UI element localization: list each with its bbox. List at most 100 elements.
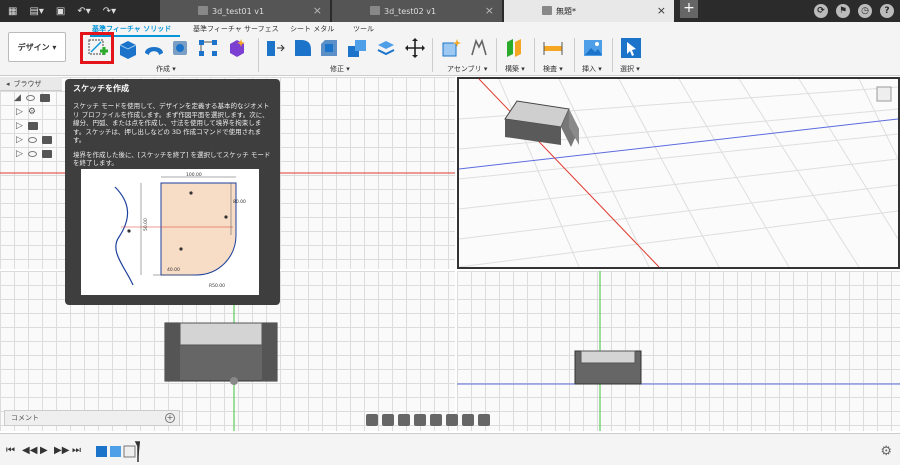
tree-row-bodies[interactable]: ▷ xyxy=(0,147,62,161)
document-tab-2[interactable]: 3d_test02 v1 × xyxy=(332,0,502,22)
redo-icon[interactable]: ↷▾ xyxy=(103,6,116,17)
tab-surface[interactable]: 基準フィーチャ サーフェス xyxy=(193,24,279,34)
tab-label: 3d_test02 v1 xyxy=(384,6,437,16)
timeline-settings-icon[interactable]: ⚙ xyxy=(880,444,892,459)
group-assemble[interactable]: アセンブリ ▾ xyxy=(447,64,487,74)
tree-root[interactable]: ◢ xyxy=(0,91,62,105)
combine-icon[interactable] xyxy=(346,37,368,59)
insert-canvas-icon[interactable] xyxy=(582,37,604,59)
group-select[interactable]: 選択 ▾ xyxy=(620,64,640,74)
offset-plane-icon[interactable] xyxy=(504,37,526,59)
zoom-icon[interactable] xyxy=(414,414,426,426)
visibility-icon[interactable] xyxy=(27,151,37,157)
tree-row-origin[interactable]: ▷ xyxy=(0,133,62,147)
notifications-icon[interactable]: ⚑ xyxy=(836,4,850,18)
visibility-icon[interactable] xyxy=(25,95,35,101)
create-sketch-icon[interactable] xyxy=(86,37,108,59)
tree-row-settings[interactable]: ▷ ⚙ xyxy=(0,105,62,119)
revolve-icon[interactable] xyxy=(143,37,165,59)
expand-icon[interactable]: ▷ xyxy=(16,107,23,117)
chamfer-icon[interactable] xyxy=(318,37,340,59)
gear-icon: ⚙ xyxy=(27,107,36,117)
go-to-start-icon[interactable]: ⏮ xyxy=(6,445,15,456)
new-component-icon[interactable] xyxy=(440,37,462,59)
pattern-icon[interactable] xyxy=(197,37,219,59)
save-icon[interactable]: ▣ xyxy=(56,6,65,17)
collapse-icon[interactable]: ◂ xyxy=(6,80,10,88)
step-forward-icon[interactable]: ▶▶ xyxy=(54,445,69,456)
close-tab-icon[interactable]: × xyxy=(485,4,494,17)
folder-icon xyxy=(41,136,52,144)
extrude-feature-icon xyxy=(96,446,107,457)
tab-label: 3d_test01 v1 xyxy=(212,6,265,16)
joint-icon[interactable] xyxy=(468,37,490,59)
expand-icon[interactable]: ▷ xyxy=(16,121,23,131)
display-settings-icon[interactable] xyxy=(446,414,458,426)
job-status-icon[interactable]: ◷ xyxy=(858,4,872,18)
expand-icon[interactable]: ◢ xyxy=(14,93,21,103)
comments-panel[interactable]: コメント + xyxy=(4,410,180,426)
visibility-icon[interactable] xyxy=(27,137,37,143)
help-icon[interactable]: ? xyxy=(880,4,894,18)
form-icon[interactable] xyxy=(226,37,248,59)
timeline: ⏮ ◀◀ ▶ ▶▶ ⏭ ⚙ xyxy=(0,433,900,465)
split-body-icon[interactable] xyxy=(375,37,397,59)
fillet-icon[interactable] xyxy=(292,37,314,59)
dimension-label: 40.00 xyxy=(167,267,180,273)
dimension-label: 100.00 xyxy=(186,172,202,178)
grid-menu-icon[interactable]: ▦ xyxy=(8,6,17,17)
new-tab-button[interactable]: + xyxy=(680,0,698,18)
sketch-example: 100.00 80.00 50.00 40.00 R50.00 xyxy=(114,172,246,289)
fillet-feature-icon xyxy=(110,446,121,457)
tooltip-note: 境界を作成した後に、[スケッチを終了] を選択してスケッチ モードを終了します。 xyxy=(73,150,271,168)
fit-icon[interactable] xyxy=(430,414,442,426)
viewport-side[interactable] xyxy=(457,271,900,431)
browser-header[interactable]: ◂ ブラウザ xyxy=(0,77,62,91)
orbit-icon[interactable] xyxy=(366,414,378,426)
play-icon[interactable]: ▶ xyxy=(40,445,48,456)
group-create[interactable]: 作成 ▾ xyxy=(156,64,176,74)
undo-icon[interactable]: ↶▾ xyxy=(77,6,90,17)
group-modify[interactable]: 修正 ▾ xyxy=(330,64,350,74)
group-construct[interactable]: 構築 ▾ xyxy=(505,64,525,74)
title-bar-right: ⟳ ⚑ ◷ ? xyxy=(814,0,900,22)
extensions-icon[interactable]: ⟳ xyxy=(814,4,828,18)
timeline-features[interactable] xyxy=(94,440,146,462)
folder-icon xyxy=(41,150,52,158)
side-view-scene xyxy=(457,271,900,431)
separator xyxy=(534,38,535,72)
browser-title: ブラウザ xyxy=(13,79,42,88)
close-tab-icon[interactable]: × xyxy=(657,4,666,17)
step-back-icon[interactable]: ◀◀ xyxy=(22,445,37,456)
expand-icon[interactable]: ▷ xyxy=(16,149,23,159)
pan-icon[interactable] xyxy=(398,414,410,426)
tab-tools[interactable]: ツール xyxy=(353,24,374,34)
document-icon xyxy=(39,94,50,102)
select-icon[interactable] xyxy=(620,37,642,59)
look-at-icon[interactable] xyxy=(382,414,394,426)
document-tab-1[interactable]: 3d_test01 v1 × xyxy=(160,0,330,22)
grid-settings-icon[interactable] xyxy=(462,414,474,426)
close-tab-icon[interactable]: × xyxy=(313,4,322,17)
expand-icon[interactable]: ▷ xyxy=(16,135,23,145)
toolbar: デザイン ▾ 基準フィーチャ ソリッド 基準フィーチャ サーフェス シート メタ… xyxy=(0,22,900,76)
extrude-icon[interactable] xyxy=(117,37,139,59)
sweep-icon[interactable] xyxy=(169,37,191,59)
separator xyxy=(432,38,433,72)
measure-icon[interactable] xyxy=(542,37,564,59)
tab-sheet-metal[interactable]: シート メタル xyxy=(290,24,334,34)
group-insert[interactable]: 挿入 ▾ xyxy=(582,64,602,74)
navigation-bar xyxy=(366,412,526,428)
group-inspect[interactable]: 検査 ▾ xyxy=(543,64,563,74)
press-pull-icon[interactable] xyxy=(264,37,286,59)
tooltip: スケッチを作成 スケッチ モードを使用して、デザインを定義する基本的なジオメトリ… xyxy=(65,79,280,305)
add-comment-icon[interactable]: + xyxy=(165,413,175,423)
file-menu-icon[interactable]: ▤▾ xyxy=(29,6,43,17)
document-tab-3[interactable]: 無題* × xyxy=(504,0,674,22)
move-icon[interactable] xyxy=(404,37,426,59)
viewport-perspective[interactable] xyxy=(457,77,900,269)
viewports-icon[interactable] xyxy=(478,414,490,426)
workspace-switcher[interactable]: デザイン ▾ xyxy=(8,32,66,62)
tree-row-views[interactable]: ▷ xyxy=(0,119,62,133)
go-to-end-icon[interactable]: ⏭ xyxy=(72,445,81,456)
